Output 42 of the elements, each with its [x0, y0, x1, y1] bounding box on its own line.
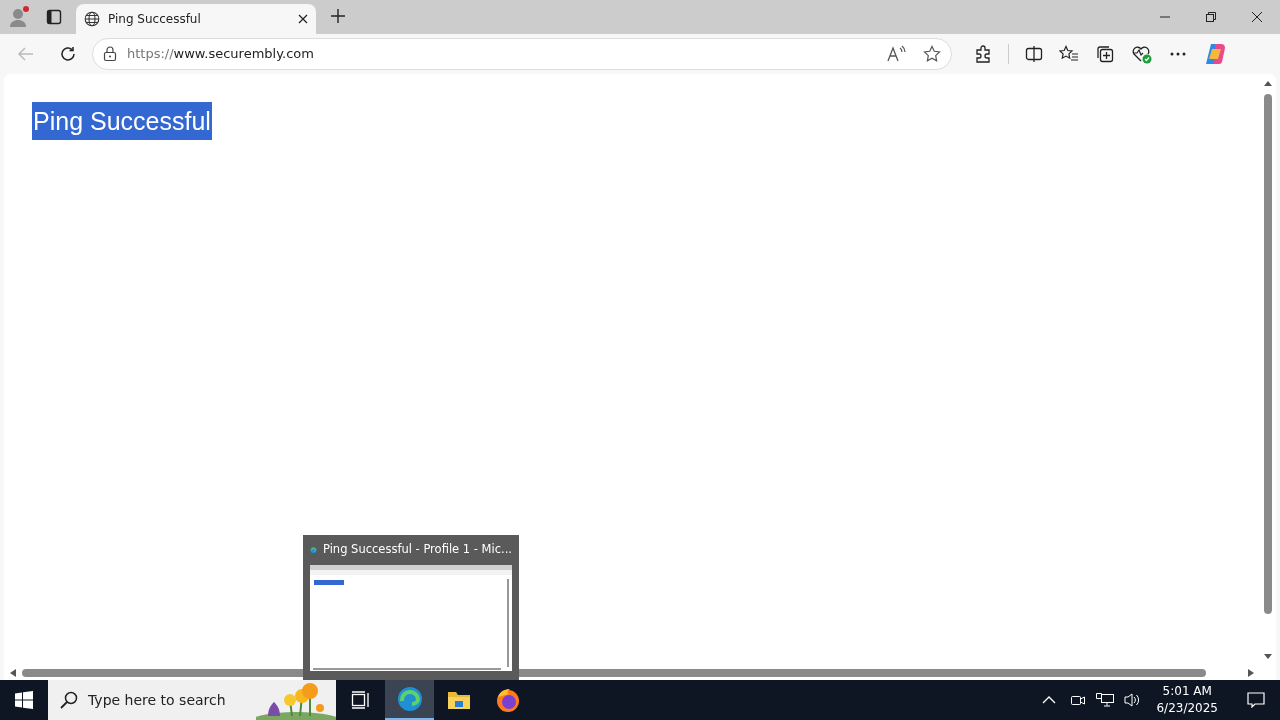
browser-tab[interactable]: Ping Successful — [76, 4, 316, 34]
plus-icon — [330, 8, 346, 24]
firefox-icon — [494, 687, 521, 713]
collections-icon[interactable] — [1095, 44, 1115, 64]
favorites-icon[interactable] — [1059, 45, 1079, 63]
chevron-up-icon[interactable] — [1042, 695, 1057, 705]
preview-title: Ping Successful - Profile 1 - Mic... — [323, 541, 512, 559]
more-icon[interactable] — [1169, 51, 1187, 57]
notifications-icon — [1247, 692, 1265, 708]
refresh-icon — [59, 45, 77, 63]
restore-icon — [1205, 11, 1217, 23]
search-placeholder: Type here to search — [88, 690, 226, 710]
scroll-left-icon[interactable] — [10, 669, 16, 677]
read-aloud-icon[interactable] — [887, 45, 907, 63]
windows-icon — [15, 691, 33, 709]
copilot-icon[interactable] — [1203, 42, 1227, 66]
folder-icon — [446, 689, 471, 711]
back-arrow-icon — [17, 45, 35, 63]
profile-icon[interactable] — [8, 5, 32, 29]
edge-taskbar-button[interactable] — [385, 680, 434, 720]
scroll-right-icon[interactable] — [1248, 669, 1254, 677]
url-text: https://www.securembly.com — [127, 45, 314, 64]
thumbnail-preview[interactable]: Ping Successful - Profile 1 - Mic... — [303, 535, 519, 680]
clock-date[interactable]: 6/23/2025 — [1156, 700, 1218, 717]
page-heading: Ping Successful — [32, 102, 212, 140]
edge-icon — [396, 686, 423, 712]
close-tab-icon[interactable] — [298, 14, 308, 24]
close-icon — [1251, 11, 1263, 23]
scroll-up-icon[interactable] — [1264, 80, 1272, 86]
scroll-down-icon[interactable] — [1264, 654, 1272, 660]
globe-icon — [84, 11, 100, 27]
search-field[interactable]: Type here to search — [48, 680, 336, 720]
star-icon[interactable] — [923, 45, 941, 63]
task-view-icon — [350, 691, 371, 709]
search-icon — [60, 691, 78, 709]
network-icon[interactable] — [1096, 692, 1115, 708]
split-screen-icon[interactable] — [1025, 45, 1043, 63]
clock-time[interactable]: 5:01 AM — [1156, 683, 1218, 700]
address-bar[interactable]: https://www.securembly.com — [92, 38, 952, 70]
extensions-icon[interactable] — [974, 45, 992, 63]
lock-icon[interactable] — [103, 46, 117, 62]
health-icon[interactable] — [1131, 44, 1153, 64]
